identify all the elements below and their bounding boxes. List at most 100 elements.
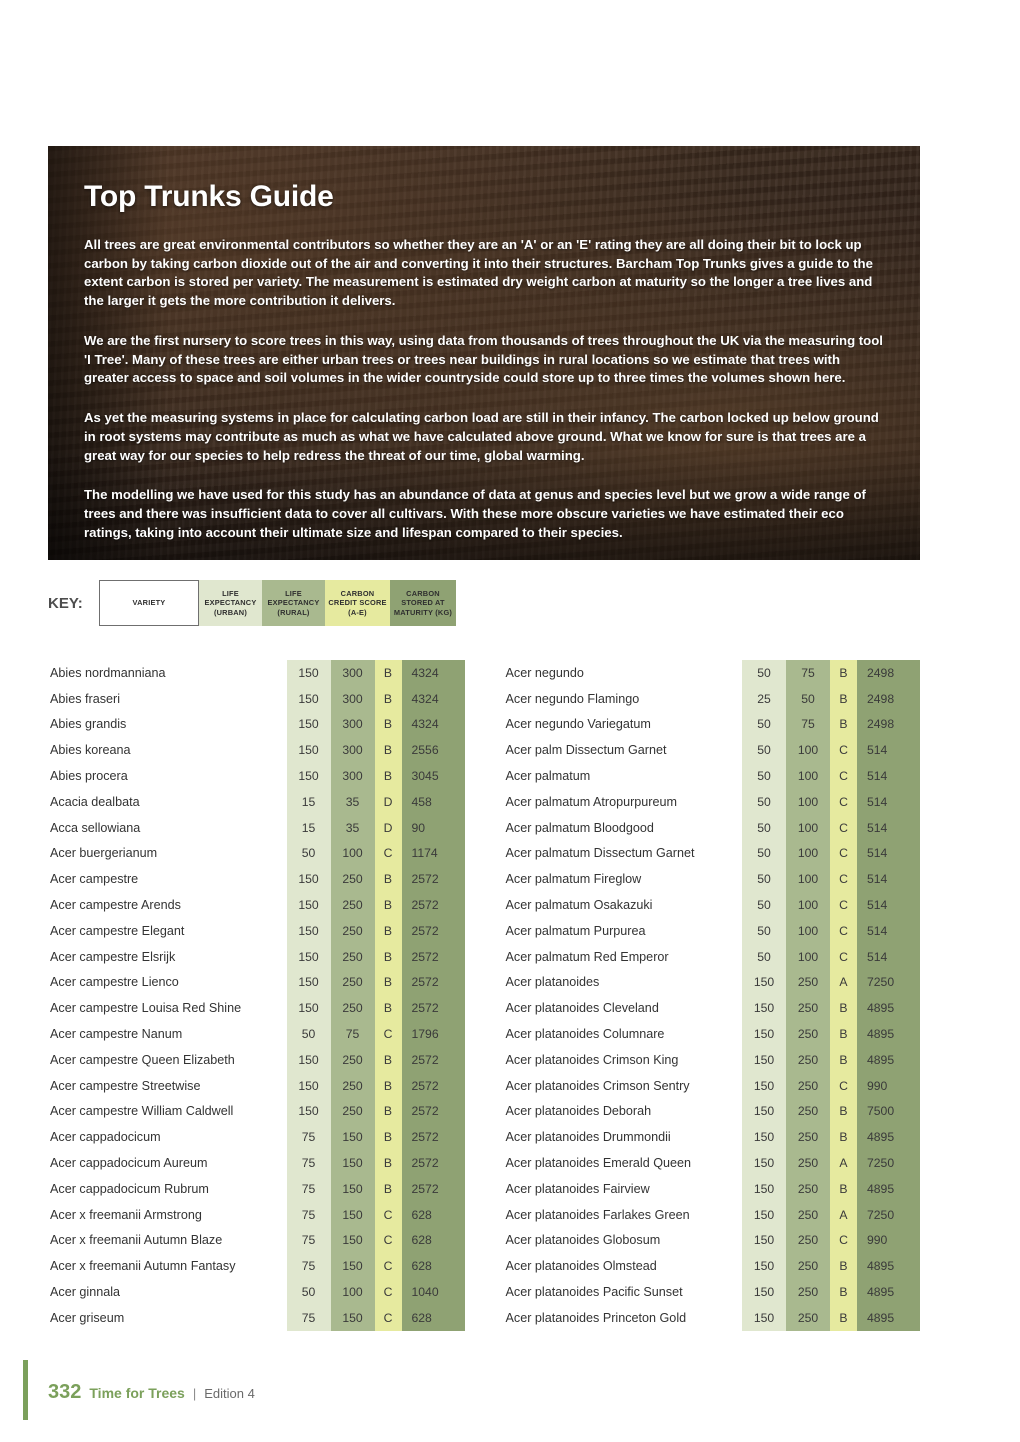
carbon-stored-at-maturity: 514 [857, 840, 920, 867]
life-expectancy-urban: 150 [742, 995, 786, 1022]
carbon-credit-score: C [374, 840, 402, 867]
table-row: Acer campestre Nanum 50 75 C 1796 [48, 1021, 465, 1047]
table-row: Acer campestre 150 250 B 2572 [48, 866, 465, 893]
table-row: Acer palmatum Fireglow 50 100 C 514 [504, 866, 920, 893]
life-expectancy-urban: 50 [286, 1279, 331, 1305]
table-row: Acer platanoides Olmstead 150 250 B 4895 [504, 1253, 920, 1280]
carbon-credit-score: B [374, 711, 402, 738]
carbon-credit-score: B [830, 1124, 857, 1151]
life-expectancy-urban: 150 [286, 1072, 331, 1099]
table-row: Acer campestre Elsrijk 150 250 B 2572 [48, 943, 465, 970]
carbon-credit-score: B [374, 1046, 402, 1073]
table-row: Acer platanoides Columnare 150 250 B 4895 [504, 1021, 920, 1047]
carbon-stored-at-maturity: 514 [857, 814, 920, 841]
life-expectancy-urban: 150 [742, 1124, 786, 1151]
carbon-credit-score: C [830, 917, 857, 944]
species-name: Acer palmatum Atropurpureum [505, 794, 678, 809]
table-row: Acer platanoides Emerald Queen 150 250 A 725… [504, 1150, 920, 1176]
hero-paragraph-1: All trees are great environmental contri… [84, 237, 873, 309]
life-expectancy-urban: 50 [742, 814, 786, 841]
table-row: Acer ginnala 50 100 C 1040 [48, 1279, 465, 1305]
species-name: Acer griseum [50, 1310, 125, 1325]
species-name: Acer cappadocicum Aureum [50, 1156, 208, 1171]
life-expectancy-urban: 50 [742, 737, 786, 764]
species-name: Acer palmatum Red Emperor [505, 949, 669, 964]
species-name: Acer campestre Streetwise [50, 1078, 201, 1093]
life-expectancy-rural: 250 [330, 917, 375, 944]
life-expectancy-rural: 150 [330, 1304, 375, 1331]
table-row: Acer buergerianum 50 100 C 1174 [48, 840, 465, 867]
hero-paragraph-4: The modelling we have used for this stud… [84, 487, 866, 540]
carbon-credit-score: C [374, 1227, 402, 1254]
table-row: Acer palm Dissectum Garnet 50 100 C 514 [504, 737, 920, 764]
life-expectancy-urban: 50 [742, 892, 786, 918]
life-expectancy-urban: 150 [742, 1201, 786, 1228]
species-name: Acer platanoides Cleveland [505, 1001, 659, 1016]
carbon-stored-at-maturity: 2572 [401, 1124, 465, 1151]
table-row: Acer platanoides Fairview 150 250 B 4895 [504, 1175, 920, 1202]
table-row: Acer platanoides Crimson Sentry 150 250 C 99… [504, 1072, 920, 1099]
life-expectancy-urban: 150 [742, 1098, 786, 1125]
table-row: Acer cappadocicum Rubrum 75 150 B 2572 [48, 1175, 465, 1202]
carbon-credit-score: B [374, 685, 402, 712]
species-name: Acer cappadocicum Rubrum [50, 1181, 209, 1196]
species-name: Acacia dealbata [50, 794, 140, 809]
species-tables: Abies nordmanniana 150 300 B 4324 Abies frase… [48, 660, 920, 1331]
carbon-stored-at-maturity: 4324 [401, 711, 465, 738]
life-expectancy-rural: 250 [786, 1124, 830, 1151]
carbon-credit-score: C [830, 943, 857, 970]
life-expectancy-rural: 50 [786, 685, 830, 712]
life-expectancy-urban: 75 [286, 1227, 331, 1254]
life-expectancy-rural: 75 [330, 1021, 375, 1047]
carbon-stored-at-maturity: 7250 [857, 1201, 920, 1228]
table-row: Abies grandis 150 300 B 4324 [48, 711, 465, 738]
life-expectancy-urban: 75 [286, 1201, 331, 1228]
species-name: Abies procera [50, 769, 128, 784]
table-row: Acer platanoides Pacific Sunset 150 250 B 48… [504, 1279, 920, 1305]
life-expectancy-urban: 50 [286, 1021, 331, 1047]
life-expectancy-rural: 100 [330, 840, 375, 867]
species-name: Acer palmatum Dissectum Garnet [505, 846, 695, 861]
table-row: Acer negundo Variegatum 50 75 B 2498 [504, 711, 920, 738]
life-expectancy-rural: 250 [786, 1098, 830, 1125]
carbon-credit-score: B [830, 1098, 857, 1125]
carbon-credit-score: C [374, 1201, 402, 1228]
life-expectancy-rural: 100 [786, 943, 830, 970]
carbon-stored-at-maturity: 2498 [857, 685, 920, 712]
table-row: Acer palmatum Purpurea 50 100 C 514 [504, 917, 920, 944]
life-expectancy-rural: 300 [330, 685, 375, 712]
species-name: Acer platanoides Pacific Sunset [505, 1285, 683, 1300]
life-expectancy-urban: 150 [742, 1279, 786, 1305]
carbon-credit-score: B [374, 866, 402, 893]
life-expectancy-rural: 100 [786, 763, 830, 789]
carbon-stored-at-maturity: 4895 [857, 1046, 920, 1073]
life-expectancy-rural: 250 [330, 969, 375, 996]
life-expectancy-rural: 150 [330, 1227, 375, 1254]
species-name: Acer platanoides Olmstead [505, 1259, 657, 1274]
hero-paragraph-3: As yet the measuring systems in place fo… [84, 410, 879, 463]
carbon-stored-at-maturity: 3045 [401, 763, 465, 789]
page-title: Top Trunks Guide [84, 180, 334, 213]
life-expectancy-rural: 150 [330, 1253, 375, 1280]
carbon-credit-score: C [830, 788, 857, 815]
life-expectancy-rural: 150 [330, 1201, 375, 1228]
table-row: Acer campestre Arends 150 250 B 2572 [48, 892, 465, 918]
carbon-credit-score: B [374, 1124, 402, 1151]
table-row: Acer platanoides 150 250 A 7250 [504, 969, 920, 996]
species-name: Acer palmatum Fireglow [505, 872, 642, 887]
carbon-credit-score: B [830, 995, 857, 1022]
species-name: Abies fraseri [50, 691, 120, 706]
key-cells: VARIETY LIFE EXPECTANCY (URBAN) LIFE EXP… [99, 580, 456, 626]
life-expectancy-rural: 250 [786, 1175, 830, 1202]
carbon-credit-score: A [830, 969, 857, 996]
life-expectancy-rural: 75 [786, 711, 830, 738]
life-expectancy-urban: 150 [742, 1227, 786, 1254]
species-name: Acer platanoides Princeton Gold [505, 1310, 687, 1325]
footer-title: Time for Trees [89, 1385, 185, 1401]
life-expectancy-urban: 50 [742, 917, 786, 944]
life-expectancy-urban: 50 [742, 660, 786, 686]
carbon-stored-at-maturity: 90 [401, 814, 465, 841]
life-expectancy-rural: 150 [330, 1175, 375, 1202]
life-expectancy-rural: 250 [330, 1046, 375, 1073]
species-name: Acer negundo Flamingo [505, 691, 640, 706]
